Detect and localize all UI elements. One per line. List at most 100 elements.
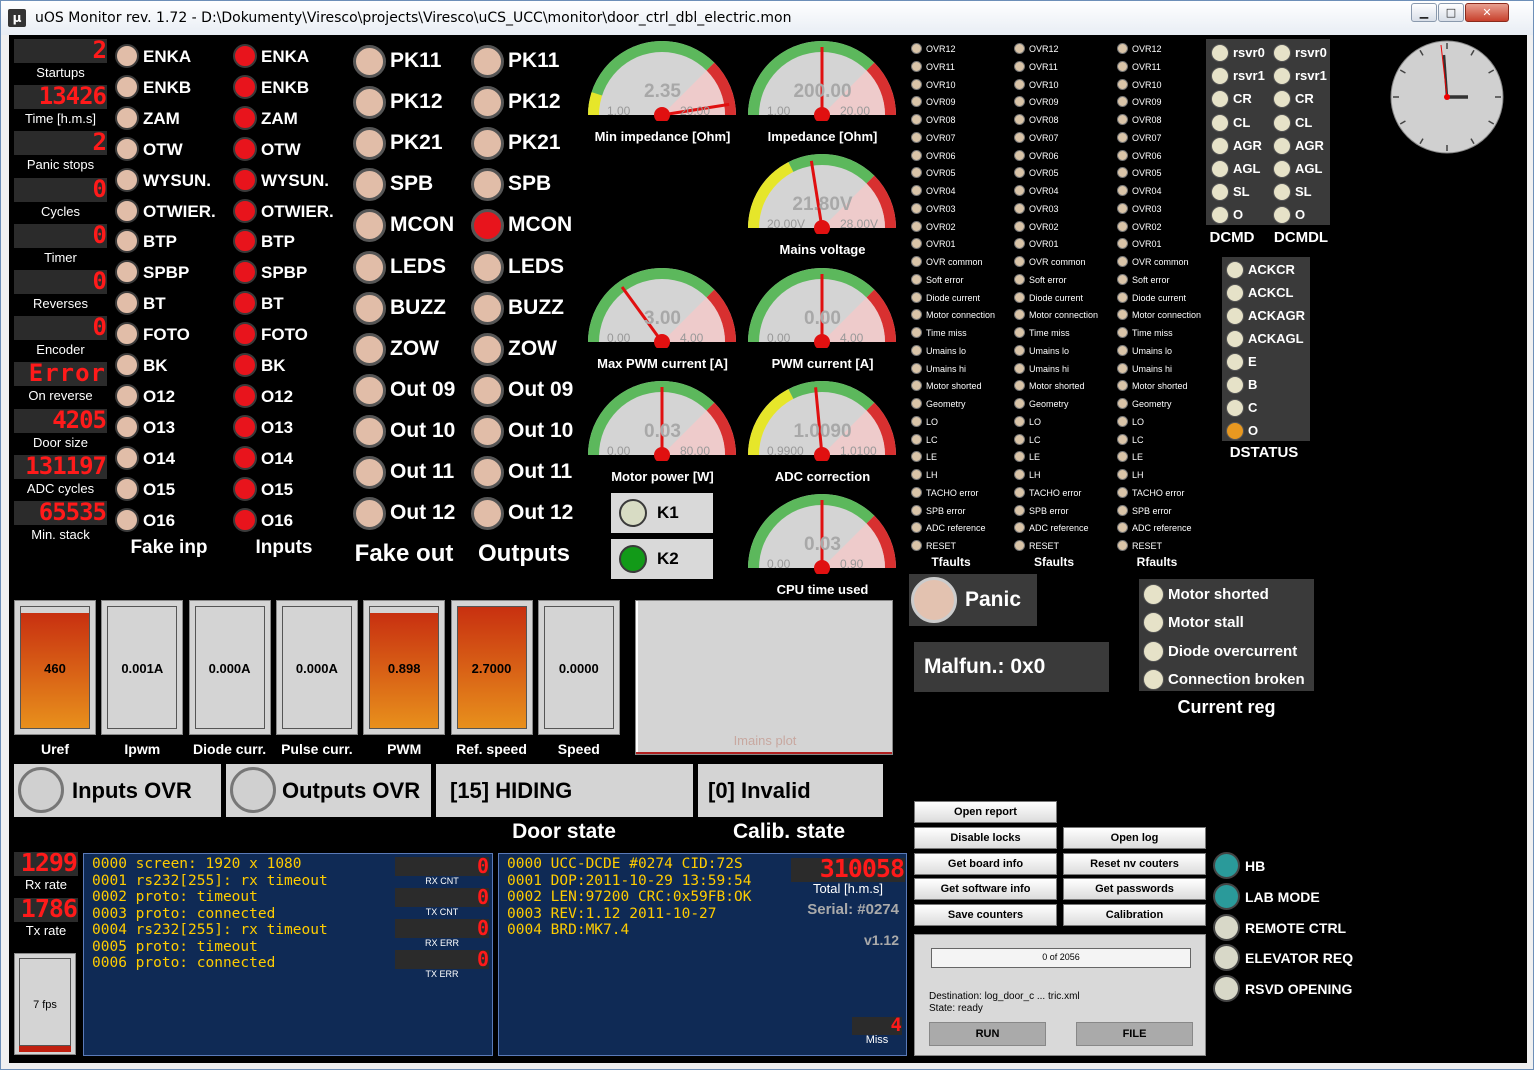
input-led[interactable]	[233, 414, 257, 439]
title-bar[interactable]: µ uOS Monitor rev. 1.72 - D:\Dokumenty\V…	[1, 1, 1533, 35]
fake-input-led[interactable]	[115, 291, 139, 316]
output-led[interactable]	[471, 373, 504, 407]
input-led[interactable]	[233, 291, 257, 316]
input-led[interactable]	[233, 198, 257, 223]
dcmdl-led[interactable]	[1273, 113, 1291, 132]
output-led[interactable]	[471, 497, 504, 531]
input-led[interactable]	[233, 353, 257, 377]
fake-output-led[interactable]	[353, 250, 386, 284]
fake-output-led[interactable]	[353, 373, 386, 407]
fault-label: OVR09	[1029, 97, 1059, 108]
fault-led	[1117, 114, 1128, 125]
input-led[interactable]	[233, 476, 257, 501]
input-led[interactable]	[233, 136, 257, 161]
fake-input-led[interactable]	[115, 44, 139, 68]
fault-label: OVR10	[1029, 79, 1059, 90]
outputs-ovr-button[interactable]: Outputs OVR	[226, 764, 431, 817]
fake-output-led[interactable]	[353, 86, 386, 120]
open-report-button[interactable]: Open report	[914, 801, 1057, 823]
output-led[interactable]	[471, 45, 504, 78]
close-button[interactable]: ✕	[1465, 3, 1509, 22]
fake-input-led[interactable]	[115, 507, 139, 532]
file-button[interactable]: FILE	[1076, 1022, 1193, 1046]
fake-output-led[interactable]	[353, 45, 386, 78]
input-led[interactable]	[233, 507, 257, 532]
dcmd-led[interactable]	[1211, 136, 1229, 155]
input-led[interactable]	[233, 229, 257, 254]
dcmdl-led[interactable]	[1273, 67, 1291, 86]
fake-input-led[interactable]	[115, 476, 139, 501]
fault-led	[1014, 486, 1025, 498]
dcmd-led[interactable]	[1211, 90, 1229, 109]
inputs-ovr-button[interactable]: Inputs OVR	[14, 764, 221, 817]
dcmdl-led[interactable]	[1273, 136, 1291, 155]
dcmdl-led[interactable]	[1273, 183, 1291, 202]
fake-output-led[interactable]	[353, 127, 386, 161]
dcmd-led[interactable]	[1211, 206, 1229, 225]
fake-output-led[interactable]	[353, 497, 386, 531]
save-counters-button[interactable]: Save counters	[914, 904, 1057, 926]
fake-output-led[interactable]	[353, 456, 386, 489]
fake-output-led[interactable]	[353, 209, 386, 243]
fake-output-led[interactable]	[353, 168, 386, 202]
disable-locks-button[interactable]: Disable locks	[914, 827, 1057, 849]
fake-input-led[interactable]	[115, 414, 139, 439]
output-led[interactable]	[471, 414, 504, 448]
output-led[interactable]	[471, 291, 504, 325]
fake-input-led[interactable]	[115, 445, 139, 470]
get-passwords-button[interactable]: Get passwords	[1063, 878, 1206, 900]
fake-input-led[interactable]	[115, 229, 139, 254]
output-led[interactable]	[471, 332, 504, 366]
maximize-button[interactable]: □	[1438, 3, 1464, 22]
get-board-info-button[interactable]: Get board info	[914, 853, 1057, 875]
output-led[interactable]	[471, 456, 504, 489]
dcmd-led[interactable]	[1211, 183, 1229, 202]
fake-input-led[interactable]	[115, 353, 139, 377]
fault-label: LE	[926, 452, 938, 463]
output-led[interactable]	[471, 250, 504, 284]
input-led[interactable]	[233, 322, 257, 347]
dcmdl-led[interactable]	[1273, 206, 1291, 225]
fake-input-led[interactable]	[115, 198, 139, 223]
current-reg-led	[1143, 640, 1164, 662]
fake-input-led[interactable]	[115, 260, 139, 285]
get-software-info-button[interactable]: Get software info	[914, 878, 1057, 900]
open-log-button[interactable]: Open log	[1063, 827, 1206, 849]
dcmdl-led[interactable]	[1273, 44, 1291, 62]
input-led[interactable]	[233, 445, 257, 470]
fault-led	[1014, 220, 1025, 232]
log-counter-value: 0	[395, 857, 489, 876]
fake-input-led[interactable]	[115, 105, 139, 130]
output-led[interactable]	[471, 86, 504, 120]
dcmdl-led[interactable]	[1273, 160, 1291, 178]
calibration-button[interactable]: Calibration	[1063, 904, 1206, 926]
dcmd-led[interactable]	[1211, 44, 1229, 62]
minimize-button[interactable]: ▁	[1411, 3, 1437, 22]
fake-output-led[interactable]	[353, 332, 386, 366]
output-led[interactable]	[471, 127, 504, 161]
fake-output-led[interactable]	[353, 291, 386, 325]
panic-button[interactable]: Panic	[909, 574, 1037, 626]
dcmd-led[interactable]	[1211, 67, 1229, 86]
run-button[interactable]: RUN	[929, 1022, 1046, 1046]
output-led[interactable]	[471, 168, 504, 202]
dcmd-led[interactable]	[1211, 160, 1229, 178]
dstatus-label: ACKCR	[1248, 262, 1295, 277]
reset-counters-button[interactable]: Reset nv couters	[1063, 853, 1206, 875]
input-led[interactable]	[233, 167, 257, 192]
input-led[interactable]	[233, 260, 257, 285]
input-led[interactable]	[233, 105, 257, 130]
output-led[interactable]	[471, 209, 504, 243]
input-led[interactable]	[233, 383, 257, 408]
dcmd-led[interactable]	[1211, 113, 1229, 132]
input-led[interactable]	[233, 74, 257, 99]
fake-input-led[interactable]	[115, 383, 139, 408]
fake-output-led[interactable]	[353, 414, 386, 448]
fake-input-led[interactable]	[115, 136, 139, 161]
dcmdl-led[interactable]	[1273, 90, 1291, 109]
counter-label: Reverses	[33, 296, 88, 311]
fake-input-led[interactable]	[115, 322, 139, 347]
fake-input-led[interactable]	[115, 167, 139, 192]
fake-input-led[interactable]	[115, 74, 139, 99]
input-led[interactable]	[233, 44, 257, 68]
